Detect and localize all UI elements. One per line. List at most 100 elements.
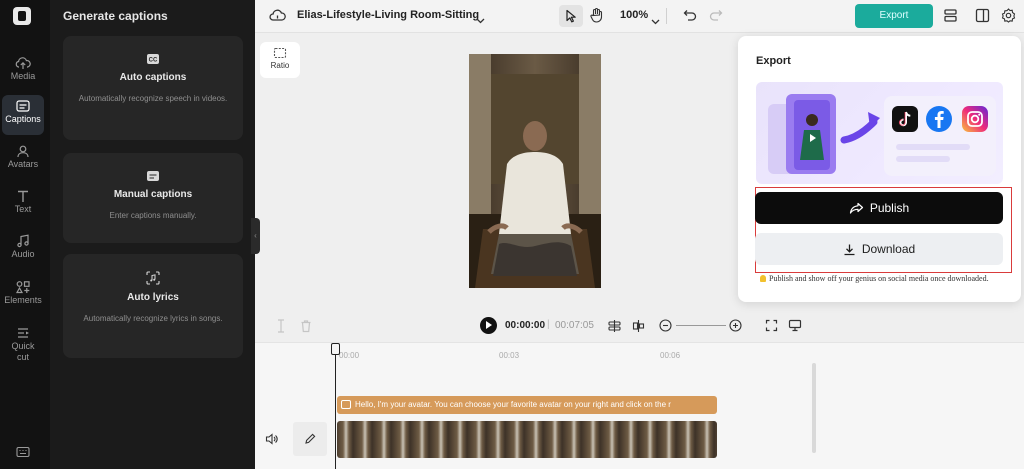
keyboard-icon xyxy=(16,446,30,458)
ratio-button[interactable]: Ratio xyxy=(260,42,300,78)
tiktok-icon xyxy=(892,106,918,132)
undo-button[interactable] xyxy=(683,9,697,27)
zoom-menu-button[interactable] xyxy=(651,12,660,30)
text-icon xyxy=(18,190,28,202)
minus-circle-icon xyxy=(659,319,672,332)
export-title: Export xyxy=(756,55,791,67)
manual-captions-title: Manual captions xyxy=(113,189,193,200)
nav-elements[interactable]: Elements xyxy=(2,276,44,316)
ratio-label: Ratio xyxy=(270,61,290,70)
nav-media[interactable]: Media xyxy=(2,52,44,92)
cc-icon: CC xyxy=(147,54,159,64)
speaker-icon xyxy=(265,433,278,445)
panel-title: Generate captions xyxy=(63,9,168,23)
auto-lyrics-card[interactable]: Auto lyrics Automatically recognize lyri… xyxy=(63,254,243,358)
settings-button[interactable] xyxy=(1001,8,1016,28)
hand-tool-button[interactable] xyxy=(589,7,604,28)
auto-captions-title: Auto captions xyxy=(119,72,187,83)
top-bar: Elias-Lifestyle-Living Room-Sitting 100%… xyxy=(255,0,1024,33)
captions-panel: Generate captions CC Auto captions Autom… xyxy=(50,0,255,469)
zoom-out-button[interactable] xyxy=(659,319,672,337)
caption-clip-text: Hello, I'm your avatar. You can choose y… xyxy=(355,400,671,409)
fullscreen-button[interactable] xyxy=(765,319,778,337)
select-tool-button[interactable] xyxy=(559,5,583,27)
manual-captions-card[interactable]: Manual captions Enter captions manually. xyxy=(63,153,243,243)
facebook-icon xyxy=(926,106,952,132)
avatar-video-frame xyxy=(469,54,601,288)
redo-icon xyxy=(709,10,723,21)
align-button[interactable] xyxy=(631,319,646,338)
pencil-icon xyxy=(305,433,316,444)
auto-captions-desc: Automatically recognize speech in videos… xyxy=(78,94,228,103)
cloud-upload-icon xyxy=(15,57,31,69)
playhead-handle[interactable] xyxy=(331,343,340,355)
download-button[interactable]: Download xyxy=(755,233,1003,265)
left-rail: Media Captions Avatars Text Audio Elemen… xyxy=(0,0,50,469)
export-button[interactable]: Export xyxy=(855,4,933,28)
chevron-down-icon xyxy=(651,19,660,25)
split-icon xyxy=(278,319,284,333)
edit-track-button[interactable] xyxy=(293,422,327,456)
nav-avatars[interactable]: Avatars xyxy=(2,140,44,180)
export-tip-text: Publish and show off your genius on soci… xyxy=(769,274,989,283)
timeline-scrollbar[interactable] xyxy=(812,363,816,453)
nav-audio[interactable]: Audio xyxy=(2,230,44,270)
app-logo[interactable] xyxy=(13,7,31,25)
nav-quick-cut[interactable]: Quick cut xyxy=(2,322,44,368)
caption-clip[interactable]: Hello, I'm your avatar. You can choose y… xyxy=(337,396,717,414)
zoom-in-button[interactable] xyxy=(729,319,742,337)
display-settings-button[interactable] xyxy=(788,319,802,337)
split-scene-button[interactable] xyxy=(607,319,622,338)
collapse-panel-handle[interactable]: ‹ xyxy=(251,218,260,254)
playback-controls: 00:00:00 | 00:07:05 xyxy=(255,313,815,339)
music-note-icon xyxy=(17,234,29,248)
video-clip[interactable] xyxy=(337,421,717,458)
elements-icon xyxy=(15,281,30,294)
layers-icon xyxy=(944,9,957,22)
subtitle-icon xyxy=(147,171,159,181)
split-button[interactable] xyxy=(275,319,287,338)
keyboard-shortcuts-button[interactable] xyxy=(16,445,30,463)
aspect-ratio-icon xyxy=(273,47,287,59)
instagram-icon xyxy=(962,106,988,132)
timeline-zoom-slider[interactable] xyxy=(676,325,726,326)
zoom-level[interactable]: 100% xyxy=(620,9,648,21)
project-menu-button[interactable] xyxy=(476,11,485,29)
split-scene-icon xyxy=(608,320,621,332)
divider xyxy=(666,8,667,24)
nav-text-label: Text xyxy=(14,204,32,214)
quick-cut-icon xyxy=(18,328,29,338)
nav-quick-cut-label-2: cut xyxy=(16,352,29,362)
nav-media-label: Media xyxy=(10,71,36,81)
export-promo-banner xyxy=(756,82,1003,184)
redo-button[interactable] xyxy=(709,9,723,27)
manual-captions-desc: Enter captions manually. xyxy=(109,211,197,220)
svg-text:CC: CC xyxy=(149,58,158,64)
play-button[interactable] xyxy=(480,317,497,334)
align-center-icon xyxy=(632,320,645,332)
project-title[interactable]: Elias-Lifestyle-Living Room-Sitting xyxy=(297,9,479,21)
nav-elements-label: Elements xyxy=(4,295,42,305)
toggle-sidebar-button[interactable] xyxy=(975,8,990,28)
undo-icon xyxy=(683,10,697,21)
export-popover: Export Publish Download Publish and show… xyxy=(738,36,1021,302)
chevron-down-icon xyxy=(476,18,485,24)
monitor-icon xyxy=(788,319,802,332)
publish-button[interactable]: Publish xyxy=(755,192,1003,224)
cloud-save-button[interactable] xyxy=(269,8,286,27)
layout-button[interactable] xyxy=(943,8,958,28)
auto-captions-card[interactable]: CC Auto captions Automatically recognize… xyxy=(63,36,243,140)
nav-text[interactable]: Text xyxy=(2,185,44,225)
delete-button[interactable] xyxy=(300,319,312,338)
track-header xyxy=(255,420,335,458)
video-preview[interactable] xyxy=(469,54,601,288)
sidebar-icon xyxy=(975,8,990,23)
nav-captions[interactable]: Captions xyxy=(2,95,44,135)
time-separator: | xyxy=(547,319,550,330)
text-clip-icon xyxy=(341,400,351,409)
plus-circle-icon xyxy=(729,319,742,332)
lightbulb-icon xyxy=(760,275,766,282)
mute-button[interactable] xyxy=(265,432,278,450)
download-icon xyxy=(844,244,855,256)
download-label: Download xyxy=(861,242,916,256)
